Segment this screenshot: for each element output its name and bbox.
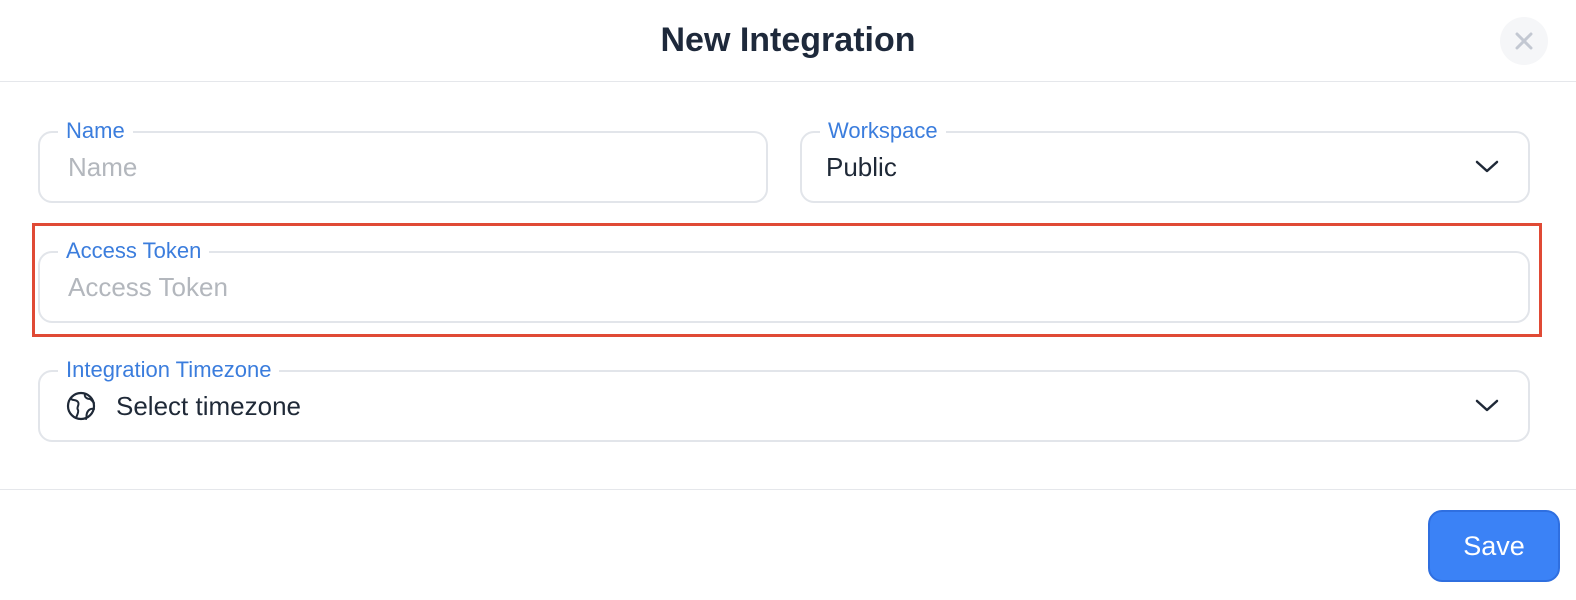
highlight-box (32, 223, 1542, 337)
name-label: Name (58, 117, 133, 145)
save-button[interactable]: Save (1428, 510, 1560, 582)
name-field: Name (38, 117, 768, 203)
timezone-value: Select timezone (116, 391, 301, 421)
workspace-select[interactable]: Workspace Public (800, 117, 1530, 203)
timezone-label: Integration Timezone (58, 356, 280, 384)
workspace-value: Public (826, 152, 897, 182)
close-icon (1515, 32, 1533, 50)
timezone-select[interactable]: Integration Timezone Select timezone (38, 356, 1530, 442)
new-integration-dialog: New Integration Name Workspace Public Ac… (0, 0, 1576, 600)
close-button[interactable] (1500, 17, 1548, 65)
globe-icon (66, 391, 96, 421)
name-input[interactable] (68, 147, 734, 187)
chevron-down-icon (1475, 399, 1499, 412)
chevron-down-icon (1475, 160, 1499, 173)
workspace-label: Workspace (820, 117, 946, 145)
dialog-header: New Integration (0, 0, 1576, 82)
dialog-title: New Integration (660, 21, 916, 59)
footer-divider (0, 489, 1576, 490)
